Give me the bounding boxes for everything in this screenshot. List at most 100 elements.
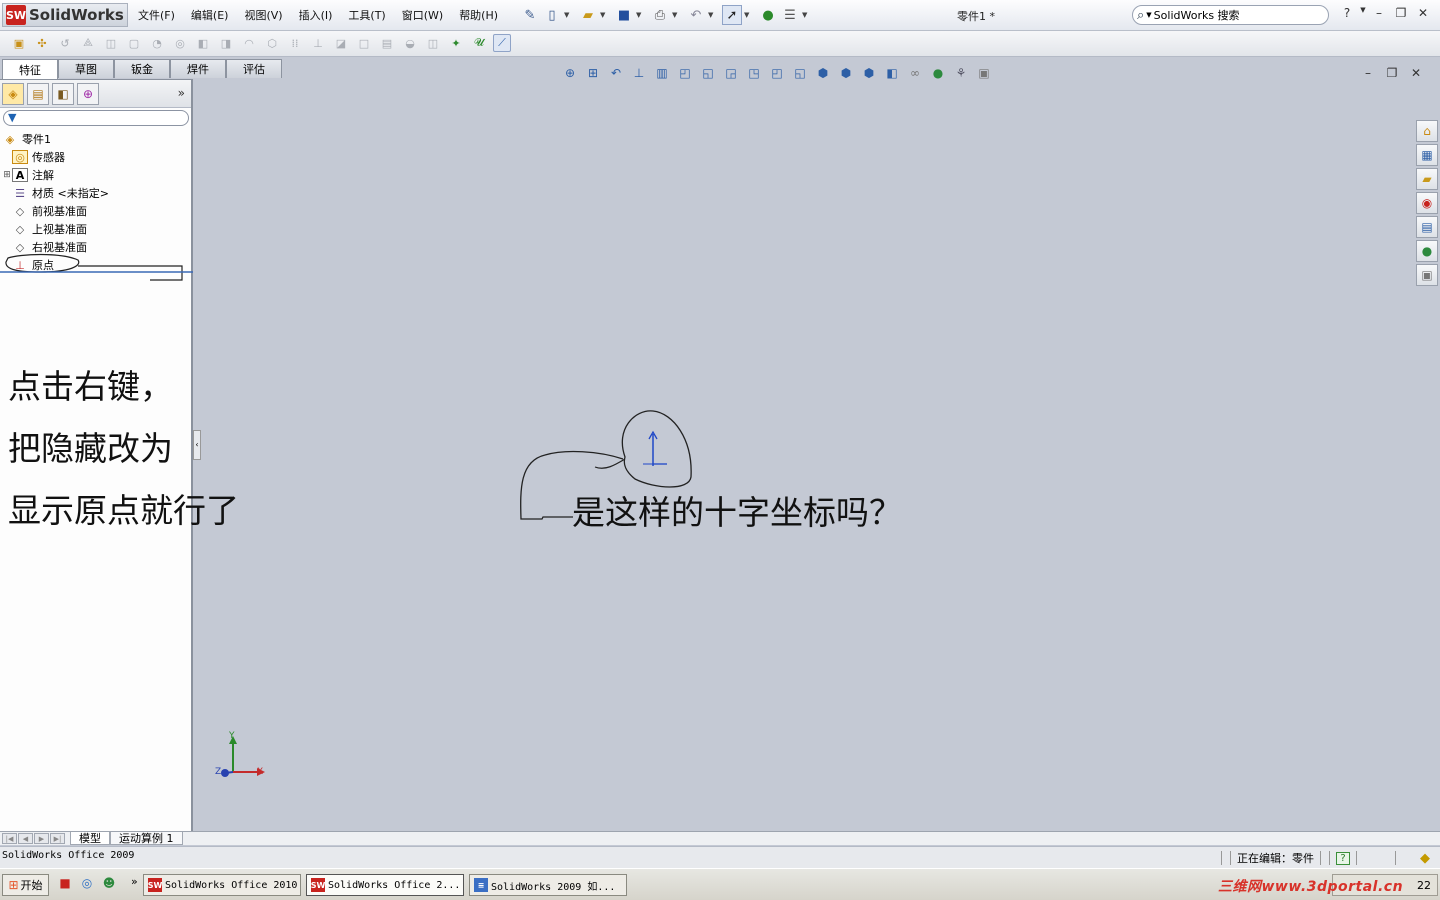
open-dropdown-icon[interactable]: ▼ <box>600 11 608 19</box>
solidworks-launch-icon[interactable]: ■ <box>56 876 74 894</box>
swept-boss-icon[interactable]: ↺ <box>56 34 74 52</box>
next-tab-icon[interactable]: ▶ <box>34 833 49 844</box>
lofted-boss-icon[interactable]: ⟁ <box>79 34 97 52</box>
search-input[interactable]: ⌕ ▼ SolidWorks 搜索 <box>1132 5 1329 25</box>
select-pointer-icon[interactable]: ➚ <box>722 5 742 25</box>
fillet-icon[interactable]: ◠ <box>240 34 258 52</box>
dimxpert-manager-tab-icon[interactable]: ⊕ <box>77 82 99 105</box>
print-icon[interactable]: ⎙ <box>650 5 670 25</box>
taskbar-more-icon[interactable]: » <box>131 875 138 888</box>
last-tab-icon[interactable]: ▶| <box>50 833 65 844</box>
select-dropdown-icon[interactable]: ▼ <box>744 11 752 19</box>
revolved-boss-icon[interactable]: ✣ <box>33 34 51 52</box>
linear-pattern-icon[interactable]: ⁞⁞ <box>286 34 304 52</box>
expand-more-icon[interactable]: » <box>178 86 185 100</box>
tab-evaluate[interactable]: 评估 <box>226 59 282 78</box>
taskbar-item-active[interactable]: SW SolidWorks Office 2... <box>306 874 464 896</box>
print-dropdown-icon[interactable]: ▼ <box>672 11 680 19</box>
undo-dropdown-icon[interactable]: ▼ <box>708 11 716 19</box>
help-dropdown-icon[interactable]: ▼ <box>1358 6 1368 20</box>
start-label: 开始 <box>20 879 43 892</box>
browser-launch-icon[interactable]: ◎ <box>78 876 96 894</box>
mirror-icon[interactable]: ◫ <box>424 34 442 52</box>
lofted-cut-icon[interactable]: ◧ <box>194 34 212 52</box>
rib-icon[interactable]: ⊥ <box>309 34 327 52</box>
open-folder-icon[interactable]: ▰ <box>578 5 598 25</box>
prev-tab-icon[interactable]: ◀ <box>18 833 33 844</box>
solidworks-resources-icon[interactable]: ⌂ <box>1416 120 1438 142</box>
tree-item-front-plane[interactable]: ◇ 前视基准面 <box>2 202 190 220</box>
dome-icon[interactable]: ◒ <box>401 34 419 52</box>
tags-icon[interactable]: ◆ <box>1420 851 1430 866</box>
expand-plus-icon[interactable]: ⊞ <box>2 170 12 180</box>
graphics-area[interactable]: Y X Z <box>195 79 1416 831</box>
shell-icon[interactable]: □ <box>355 34 373 52</box>
clock[interactable]: 22 <box>1417 879 1431 892</box>
extruded-cut-icon[interactable]: ▢ <box>125 34 143 52</box>
menu-file[interactable]: 文件(F) <box>138 7 175 23</box>
configuration-manager-tab-icon[interactable]: ◧ <box>52 82 74 105</box>
instant3d-icon[interactable]: ⟋ <box>493 34 511 52</box>
chamfer-icon[interactable]: ⬡ <box>263 34 281 52</box>
save-dropdown-icon[interactable]: ▼ <box>636 11 644 19</box>
minimize-icon[interactable]: – <box>1368 6 1390 20</box>
view-palette-icon[interactable]: ▤ <box>1416 216 1438 238</box>
tab-features[interactable]: 特征 <box>2 59 58 79</box>
extruded-boss-icon[interactable]: ▣ <box>10 34 28 52</box>
messenger-launch-icon[interactable]: ☻ <box>100 876 118 894</box>
pin-icon[interactable]: ✎ <box>520 5 540 25</box>
tab-model[interactable]: 模型 <box>70 832 110 845</box>
wrap-icon[interactable]: ▤ <box>378 34 396 52</box>
search-dropdown-icon[interactable]: ▼ <box>1146 11 1151 19</box>
new-dropdown-icon[interactable]: ▼ <box>564 11 572 19</box>
menu-tools[interactable]: 工具(T) <box>348 7 385 23</box>
menu-insert[interactable]: 插入(I) <box>299 7 333 23</box>
feature-manager-tab-icon[interactable]: ◈ <box>2 82 24 105</box>
tree-item-annotations[interactable]: ⊞ A 注解 <box>2 166 190 184</box>
undo-icon[interactable]: ↶ <box>686 5 706 25</box>
menu-edit[interactable]: 编辑(E) <box>191 7 229 23</box>
boundary-boss-icon[interactable]: ◫ <box>102 34 120 52</box>
solidworks-logo[interactable]: SW SolidWorks <box>2 3 128 27</box>
file-explorer-icon[interactable]: ▰ <box>1416 168 1438 190</box>
draft-icon[interactable]: ◪ <box>332 34 350 52</box>
tree-item-sensors[interactable]: ◎ 传感器 <box>2 148 190 166</box>
options-dropdown-icon[interactable]: ▼ <box>802 11 810 19</box>
viewport-minimize-icon[interactable]: – <box>1356 66 1380 80</box>
viewport-restore-icon[interactable]: ❐ <box>1380 66 1404 80</box>
search-results-icon[interactable]: ◉ <box>1416 192 1438 214</box>
tab-sheet-metal[interactable]: 钣金 <box>114 59 170 78</box>
tab-motion-study[interactable]: 运动算例 1 <box>110 832 183 845</box>
taskbar-item[interactable]: ≡ SolidWorks 2009 如... <box>469 874 627 896</box>
save-icon[interactable]: ■ <box>614 5 634 25</box>
restore-icon[interactable]: ❐ <box>1390 6 1412 20</box>
viewport-close-icon[interactable]: ✕ <box>1404 66 1428 80</box>
custom-properties-icon[interactable]: ▣ <box>1416 264 1438 286</box>
quick-tips-icon[interactable]: ? <box>1336 851 1350 865</box>
revolved-cut-icon[interactable]: ◔ <box>148 34 166 52</box>
first-tab-icon[interactable]: |◀ <box>2 833 17 844</box>
menu-window[interactable]: 窗口(W) <box>402 7 443 23</box>
reference-geometry-icon[interactable]: ✦ <box>447 34 465 52</box>
tree-filter-input[interactable]: ▼ <box>3 110 189 126</box>
rebuild-traffic-light-icon[interactable]: ● <box>758 5 778 25</box>
swept-cut-icon[interactable]: ◎ <box>171 34 189 52</box>
property-manager-tab-icon[interactable]: ▤ <box>27 82 49 105</box>
new-document-icon[interactable]: ▯ <box>542 5 562 25</box>
curves-icon[interactable]: 𝓤 <box>470 34 488 52</box>
boundary-cut-icon[interactable]: ◨ <box>217 34 235 52</box>
tab-sketch[interactable]: 草图 <box>58 59 114 78</box>
menu-help[interactable]: 帮助(H) <box>459 7 498 23</box>
taskbar-item[interactable]: SW SolidWorks Office 2010 <box>143 874 301 896</box>
design-library-icon[interactable]: ▦ <box>1416 144 1438 166</box>
options-icon[interactable]: ☰ <box>780 5 800 25</box>
start-button[interactable]: ⊞ 开始 <box>2 874 49 896</box>
close-icon[interactable]: ✕ <box>1412 6 1434 20</box>
tree-root[interactable]: ◈ 零件1 <box>2 130 190 148</box>
help-icon[interactable]: ? <box>1336 6 1358 20</box>
tab-weldments[interactable]: 焊件 <box>170 59 226 78</box>
appearances-icon[interactable]: ● <box>1416 240 1438 262</box>
menu-view[interactable]: 视图(V) <box>244 7 282 23</box>
tree-item-top-plane[interactable]: ◇ 上视基准面 <box>2 220 190 238</box>
tree-item-material[interactable]: ☰ 材质 <未指定> <box>2 184 190 202</box>
